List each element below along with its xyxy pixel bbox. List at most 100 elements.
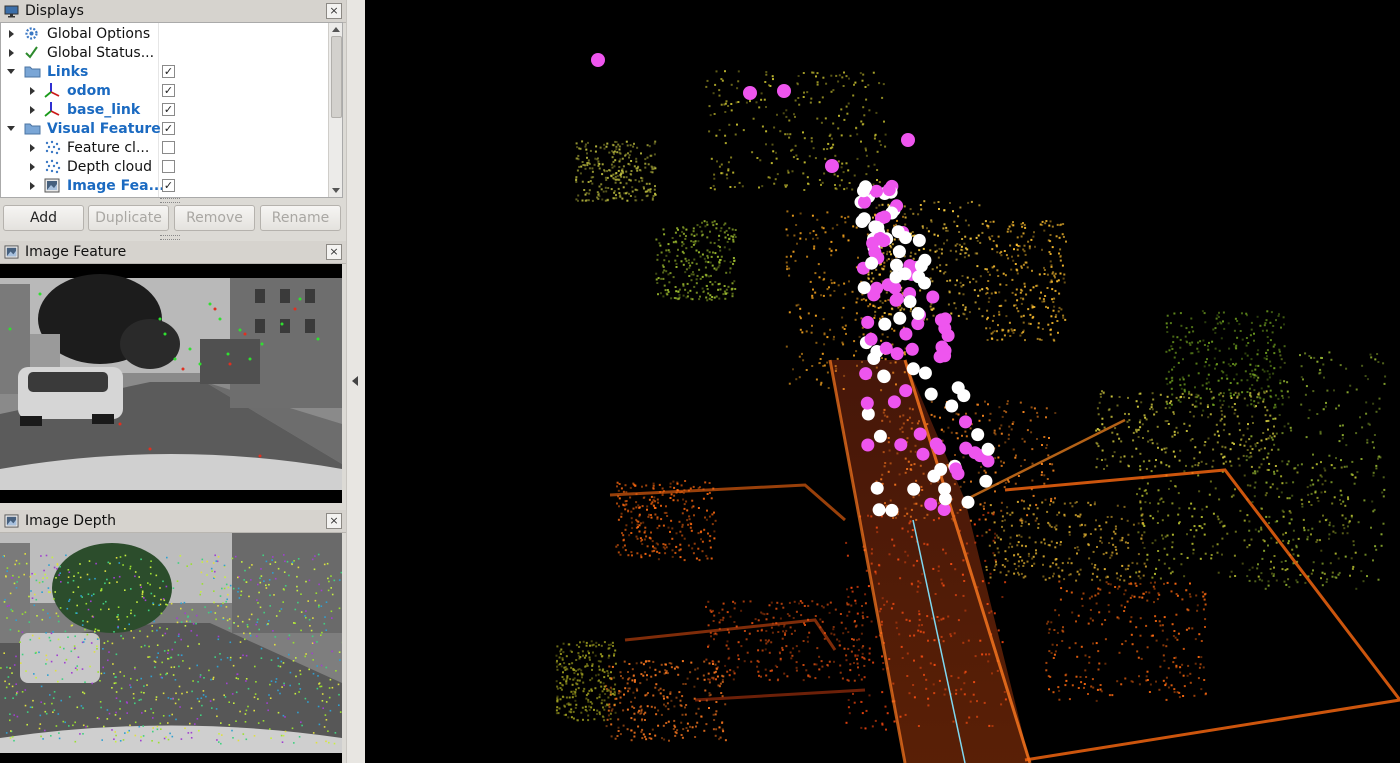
cloud-point [697, 707, 700, 710]
cloud-point [715, 227, 718, 230]
scroll-up-icon[interactable] [332, 27, 340, 32]
cloud-point [1127, 542, 1129, 544]
cloud-point [618, 166, 621, 168]
dock-splitter[interactable] [346, 0, 366, 763]
add-button[interactable]: Add [3, 205, 84, 231]
cloud-point [589, 180, 592, 183]
cloud-point [960, 245, 963, 248]
cloud-point [818, 668, 821, 671]
rename-button[interactable]: Rename [260, 205, 341, 231]
depth-dot [283, 571, 286, 573]
expand-arrow-icon[interactable] [30, 163, 35, 171]
depth-dot [203, 677, 205, 679]
image-depth-close-button[interactable]: × [326, 513, 342, 529]
cloud-point [705, 296, 708, 299]
tree-row-global-options[interactable]: Global Options [1, 24, 327, 43]
cloud-point [845, 721, 848, 724]
cloud-point [818, 362, 821, 365]
tree-row-odom[interactable]: odom ✓ [1, 81, 327, 100]
tree-row-links[interactable]: Links ✓ [1, 62, 327, 81]
cloud-point [710, 274, 712, 277]
cloud-point [591, 689, 593, 692]
collapse-dock-icon[interactable] [352, 376, 358, 386]
cloud-point [987, 582, 990, 585]
cloud-point [1142, 437, 1144, 439]
depth-dot [297, 601, 299, 604]
depth-dot [115, 734, 117, 737]
expand-arrow-icon[interactable] [9, 49, 14, 57]
cloud-point [648, 498, 651, 501]
image-feature-close-button[interactable]: × [326, 244, 342, 260]
depth-dot [4, 697, 7, 699]
cloud-point [1254, 443, 1257, 446]
splitter-grip[interactable] [160, 235, 180, 240]
cloud-point [733, 280, 736, 283]
cloud-point [1345, 367, 1348, 370]
3d-render-viewport[interactable] [365, 0, 1400, 763]
cloud-point [587, 650, 590, 653]
cloud-point [666, 515, 669, 517]
cloud-point [700, 230, 703, 233]
cloud-point [785, 345, 788, 348]
cloud-point [956, 432, 959, 435]
links-checkbox[interactable]: ✓ [162, 65, 175, 78]
cloud-point [1243, 444, 1246, 447]
collapse-arrow-icon[interactable] [7, 69, 15, 74]
cloud-point [1283, 580, 1286, 583]
displays-scrollbar[interactable] [328, 23, 342, 197]
scroll-down-icon[interactable] [332, 188, 340, 193]
collapse-arrow-icon[interactable] [7, 126, 15, 131]
tree-row-visual-feature[interactable]: Visual Feature ✓ [1, 119, 327, 138]
tree-row-base-link[interactable]: base_link ✓ [1, 100, 327, 119]
cloud-point [680, 734, 683, 736]
cloud-point [1192, 415, 1195, 418]
expand-arrow-icon[interactable] [30, 87, 35, 95]
cloud-point [998, 444, 1001, 447]
cloud-point [1271, 438, 1274, 441]
scrollbar-thumb[interactable] [331, 36, 342, 118]
tree-row-depth-cloud[interactable]: Depth cloud [1, 157, 327, 176]
remove-button[interactable]: Remove [174, 205, 255, 231]
depth-dot [163, 650, 166, 652]
splitter-grip[interactable] [160, 198, 180, 203]
expand-arrow-icon[interactable] [9, 30, 14, 38]
image-feature-panel-header: Image Feature × [0, 241, 346, 264]
displays-close-button[interactable]: × [326, 3, 342, 19]
depth-dot [318, 583, 320, 586]
depth-cloud-checkbox[interactable] [162, 160, 175, 173]
tree-row-image-feature[interactable]: Image Fea... ✓ [1, 176, 327, 195]
expand-arrow-icon[interactable] [30, 182, 35, 190]
tree-row-feature-cloud[interactable]: Feature cl... [1, 138, 327, 157]
cloud-point [602, 706, 604, 709]
displays-tree[interactable]: Global Options Global Status... Links ✓ [0, 22, 343, 198]
cloud-point [1256, 442, 1259, 444]
cloud-point [624, 500, 627, 503]
image-feature-checkbox[interactable]: ✓ [162, 179, 175, 192]
visual-feature-checkbox[interactable]: ✓ [162, 122, 175, 135]
cloud-point [1096, 575, 1099, 578]
cloud-point [675, 290, 678, 293]
expand-arrow-icon[interactable] [30, 144, 35, 152]
depth-dot [9, 713, 11, 715]
duplicate-button[interactable]: Duplicate [88, 205, 169, 231]
depth-dot [248, 595, 250, 598]
cloud-point [591, 170, 594, 173]
depth-dot [144, 599, 147, 602]
cloud-point [682, 227, 685, 230]
cloud-point [1044, 578, 1047, 581]
cloud-point [686, 729, 689, 732]
tree-row-global-status[interactable]: Global Status... [1, 43, 327, 62]
cloud-point [1218, 311, 1220, 314]
cloud-point [716, 160, 718, 163]
cloud-point [860, 298, 863, 301]
base-link-checkbox[interactable]: ✓ [162, 103, 175, 116]
cloud-point [684, 288, 687, 291]
expand-arrow-icon[interactable] [30, 106, 35, 114]
cloud-point [1101, 417, 1104, 420]
cloud-point [803, 91, 805, 94]
odom-checkbox[interactable]: ✓ [162, 84, 175, 97]
feature-cloud-checkbox[interactable] [162, 141, 175, 154]
cloud-point [1332, 530, 1335, 533]
cloud-point [865, 299, 868, 302]
cloud-point [1170, 387, 1173, 390]
